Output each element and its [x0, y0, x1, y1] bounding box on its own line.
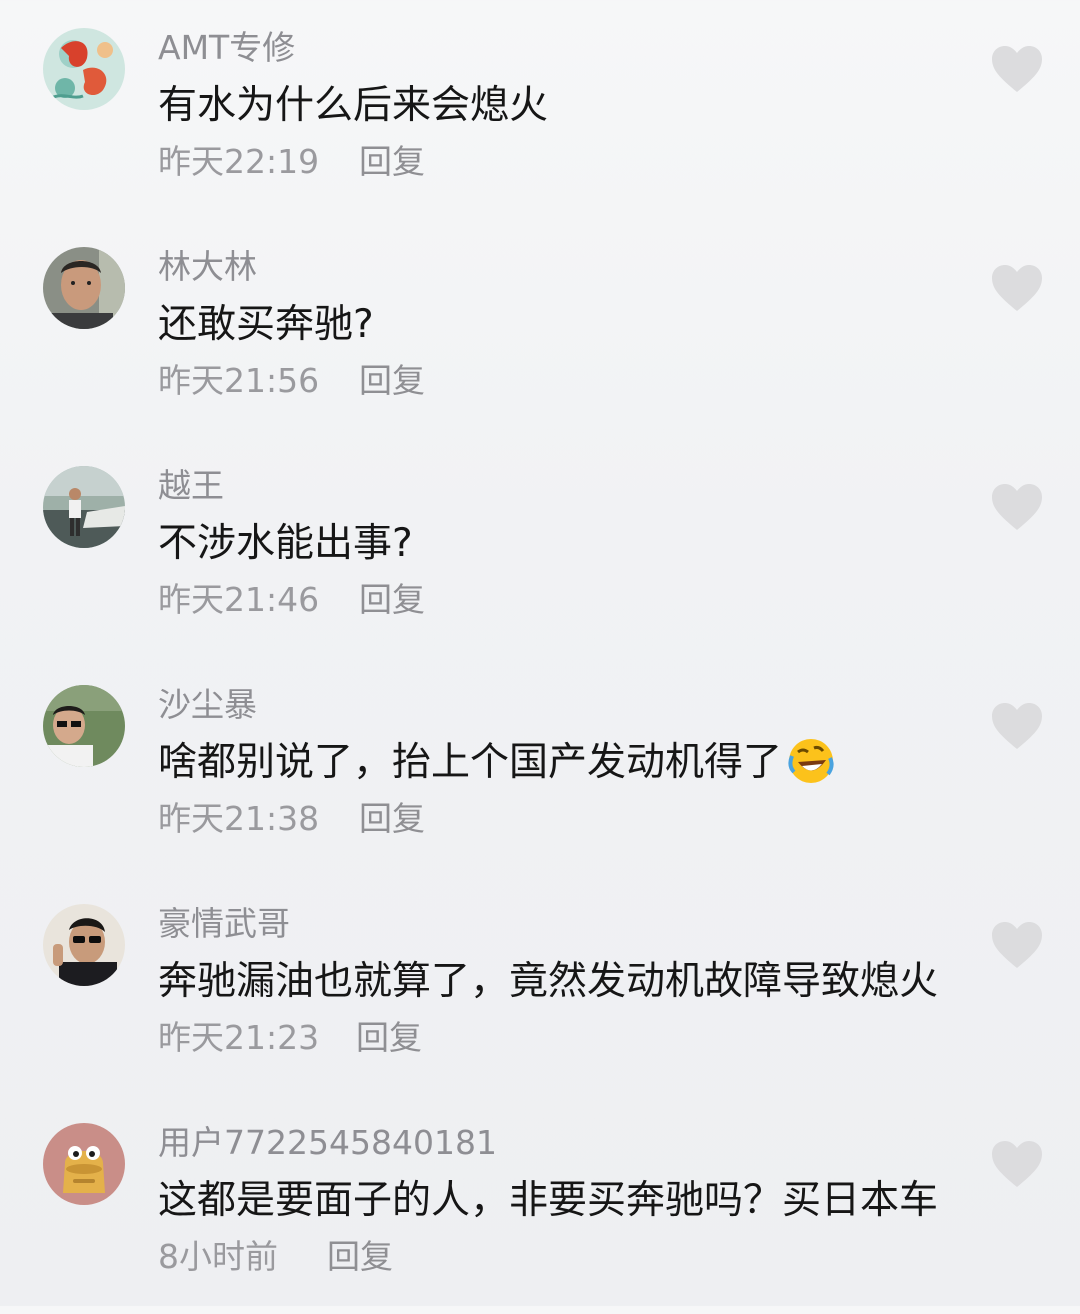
comment-time: 昨天21:46	[158, 580, 320, 619]
comment-item: 沙尘暴 啥都别说了，抬上个国产发动机得了 昨天21:38 回复	[0, 657, 1080, 876]
heart-icon	[992, 484, 1042, 530]
comment-text: 还敢买奔驰?	[158, 302, 374, 347]
heart-icon	[992, 265, 1042, 311]
comment-time: 8小时前	[158, 1237, 278, 1276]
comment-item: 豪情武哥 奔驰漏油也就算了，竟然发动机故障导致熄火 昨天21:23 回复	[0, 876, 1080, 1095]
comment-text: 有水为什么后来会熄火	[158, 83, 549, 128]
reply-button[interactable]: 回复	[359, 578, 425, 622]
avatar[interactable]	[43, 1123, 125, 1205]
comment-username[interactable]: 越王	[158, 464, 224, 508]
comment-item: AMT专修 有水为什么后来会熄火 昨天22:19 回复	[0, 0, 1080, 219]
like-button[interactable]	[990, 701, 1044, 751]
heart-icon	[992, 1141, 1042, 1187]
reply-button[interactable]: 回复	[359, 359, 425, 403]
comment-username[interactable]: 豪情武哥	[158, 902, 290, 946]
heart-icon	[992, 46, 1042, 92]
man-in-sunglasses-icon	[43, 904, 125, 986]
avatar[interactable]	[43, 904, 125, 986]
avatar[interactable]	[43, 685, 125, 767]
cartoon-monster-icon	[43, 1123, 125, 1205]
comment-item: 用户7722545840181 这都是要面子的人，非要买奔驰吗？买日本车 8小时…	[0, 1095, 1080, 1314]
comment-username[interactable]: AMT专修	[158, 26, 295, 70]
like-button[interactable]	[990, 482, 1044, 532]
reply-button[interactable]: 回复	[359, 797, 425, 841]
like-button[interactable]	[990, 920, 1044, 970]
comment-text: 啥都别说了，抬上个国产发动机得了	[158, 737, 836, 789]
koi-avatar-icon	[43, 28, 125, 110]
reply-button[interactable]: 回复	[359, 140, 425, 184]
man-by-boat-icon	[43, 466, 125, 548]
comment-time: 昨天22:19	[158, 142, 320, 181]
comment-username[interactable]: 用户7722545840181	[158, 1121, 497, 1165]
comment-username[interactable]: 林大林	[158, 245, 257, 289]
comment-item: 林大林 还敢买奔驰? 昨天21:56 回复	[0, 219, 1080, 438]
comment-text: 这都是要面子的人，非要买奔驰吗？买日本车	[158, 1178, 939, 1223]
avatar[interactable]	[43, 466, 125, 548]
like-button[interactable]	[990, 1139, 1044, 1189]
comment-time: 昨天21:23	[158, 1018, 320, 1057]
heart-icon	[992, 703, 1042, 749]
avatar[interactable]	[43, 28, 125, 110]
comment-text: 奔驰漏油也就算了，竟然发动机故障导致熄火	[158, 959, 939, 1004]
like-button[interactable]	[990, 44, 1044, 94]
comment-text-body: 啥都别说了，抬上个国产发动机得了	[158, 740, 783, 785]
avatar[interactable]	[43, 247, 125, 329]
comment-time: 昨天21:38	[158, 799, 320, 838]
reply-button[interactable]: 回复	[356, 1016, 422, 1060]
comment-username[interactable]: 沙尘暴	[158, 683, 257, 727]
comment-time: 昨天21:56	[158, 361, 320, 400]
heart-icon	[992, 922, 1042, 968]
like-button[interactable]	[990, 263, 1044, 313]
comment-item: 越王 不涉水能出事? 昨天21:46 回复	[0, 438, 1080, 657]
reply-button[interactable]: 回复	[327, 1235, 393, 1279]
man-portrait-icon	[43, 247, 125, 329]
comment-text: 不涉水能出事?	[158, 521, 413, 566]
man-with-glasses-icon	[43, 685, 125, 767]
rolling-laughing-emoji-icon	[788, 738, 834, 783]
